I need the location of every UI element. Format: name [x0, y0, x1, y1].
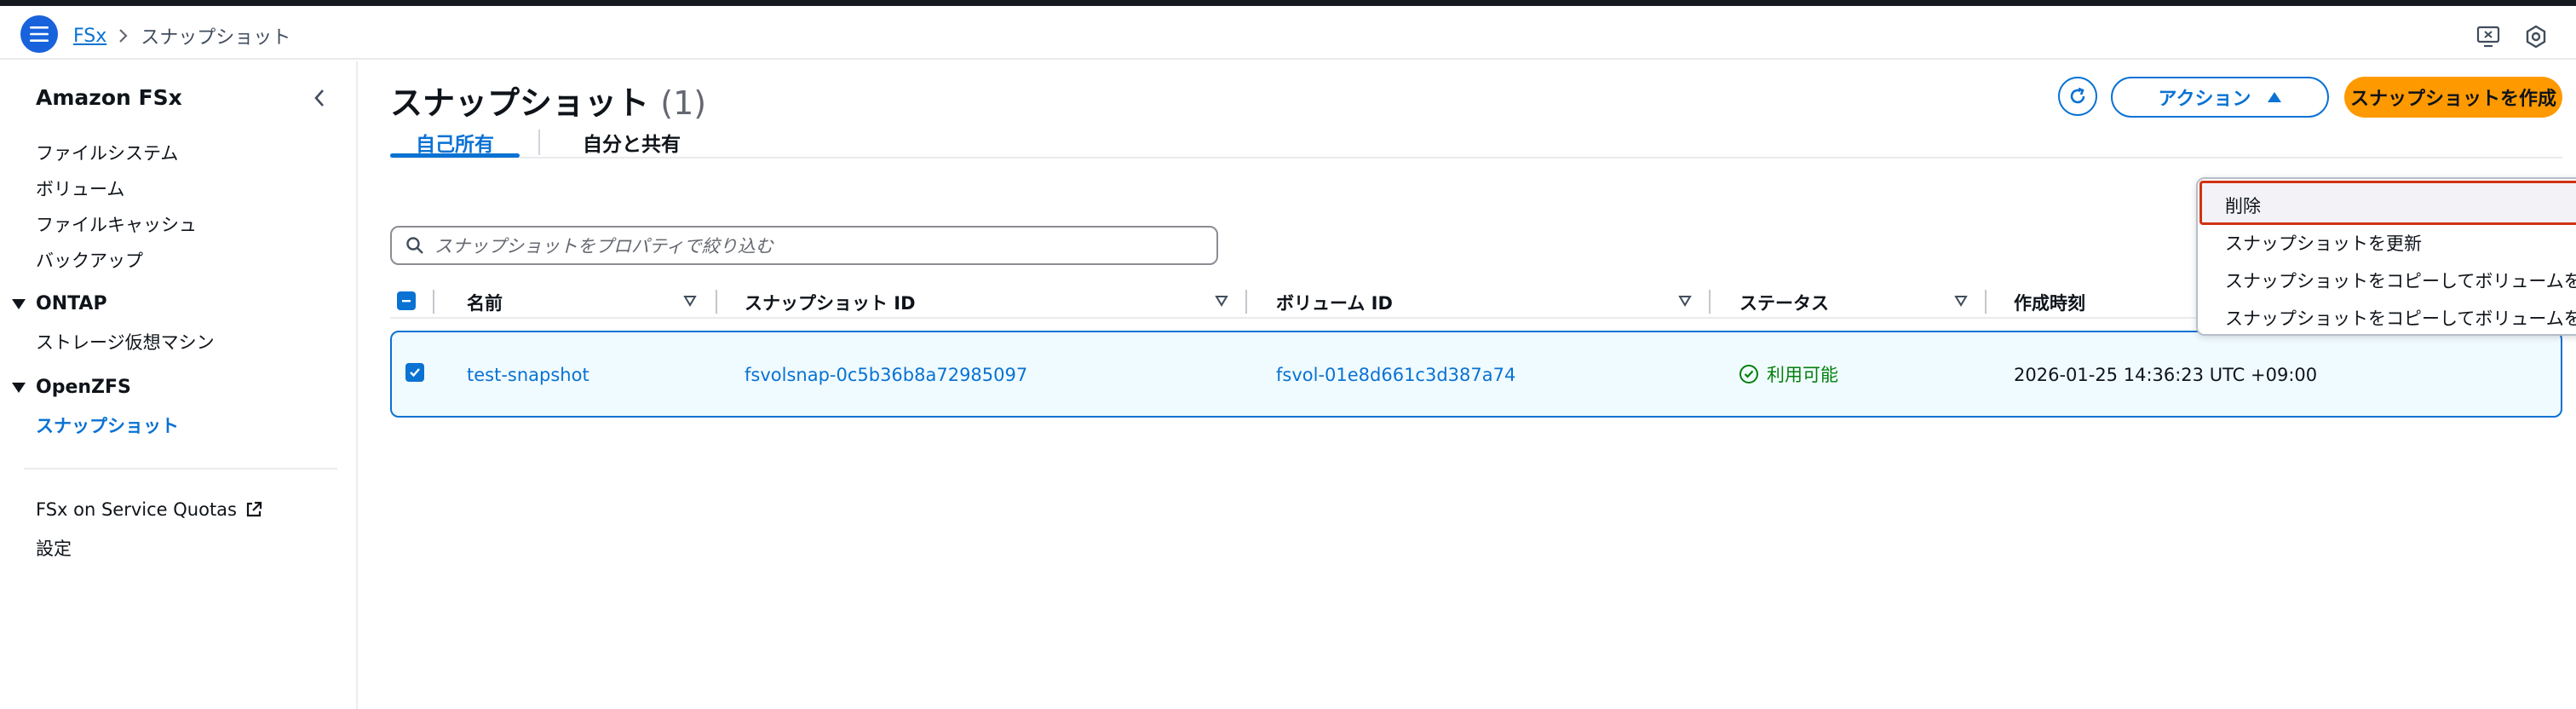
status-badge: 利用可能 — [1739, 361, 1838, 387]
sort-icon[interactable] — [1678, 295, 1692, 307]
sidebar-item-settings[interactable]: 設定 — [36, 535, 72, 561]
page-title-text: スナップショット — [390, 84, 650, 122]
chevron-right-icon — [118, 28, 129, 43]
breadcrumb-current: スナップショット — [141, 27, 291, 49]
column-divider — [1709, 290, 1711, 314]
column-header-created[interactable]: 作成時刻 — [2014, 290, 2085, 315]
refresh-button[interactable] — [2058, 77, 2097, 116]
caret-down-icon — [12, 298, 26, 309]
column-header-status[interactable]: ステータス — [1739, 290, 1829, 315]
page-title: スナップショット (1) — [390, 77, 706, 124]
sidebar-item-service-quotas[interactable]: FSx on Service Quotas — [36, 499, 262, 520]
search-input[interactable]: スナップショットをプロパティで絞り込む — [390, 226, 1218, 265]
create-snapshot-button[interactable]: スナップショットを作成 — [2344, 77, 2562, 118]
sidebar-title[interactable]: Amazon FSx — [36, 85, 182, 110]
sidebar-divider — [24, 468, 337, 470]
column-divider — [1985, 290, 1987, 314]
search-placeholder: スナップショットをプロパティで絞り込む — [434, 236, 773, 257]
status-text: 利用可能 — [1767, 365, 1838, 385]
check-circle-icon — [1739, 365, 1758, 383]
sidebar-item-file-caches[interactable]: ファイルキャッシュ — [36, 211, 197, 237]
table-row[interactable]: test-snapshot fsvolsnap-0c5b36b8a7298509… — [390, 331, 2562, 418]
sidebar-section-openzfs[interactable]: OpenZFS — [12, 377, 131, 398]
sort-icon[interactable] — [683, 295, 697, 307]
sidebar-section-ontap[interactable]: ONTAP — [12, 293, 107, 314]
column-header-volume-id[interactable]: ボリューム ID — [1276, 290, 1393, 315]
snapshot-name-link[interactable]: test-snapshot — [467, 365, 589, 385]
caret-down-icon — [12, 382, 26, 393]
sidebar-item-label: FSx on Service Quotas — [36, 499, 237, 520]
menu-item-copy-create-volume[interactable]: スナップショットをコピーしてボリュームを作成 — [2225, 305, 2576, 331]
hamburger-icon — [30, 26, 49, 42]
column-header-name[interactable]: 名前 — [467, 290, 503, 315]
column-header-snapshot-id[interactable]: スナップショット ID — [745, 290, 916, 315]
created-time: 2026-01-25 14:36:23 UTC +09:00 — [2014, 365, 2318, 385]
main-content: スナップショット (1) アクション スナップショットを作成 自己所有 自分と共… — [358, 61, 2576, 709]
menu-button[interactable] — [20, 15, 58, 53]
sidebar-item-snapshots[interactable]: スナップショット — [36, 412, 179, 438]
collapse-sidebar-icon[interactable] — [308, 87, 331, 109]
column-divider — [433, 290, 434, 314]
top-strip — [0, 0, 2576, 6]
menu-item-update-snapshot[interactable]: スナップショットを更新 — [2225, 230, 2422, 256]
caret-up-icon — [2268, 92, 2282, 102]
feedback-icon[interactable] — [2475, 24, 2501, 49]
active-tab-indicator — [390, 153, 520, 158]
sidebar-item-file-systems[interactable]: ファイルシステム — [36, 140, 178, 165]
tab-divider — [538, 130, 540, 155]
search-icon — [406, 237, 423, 254]
tab-shared-with-me[interactable]: 自分と共有 — [583, 121, 681, 159]
select-all-checkbox[interactable] — [397, 291, 416, 310]
column-divider — [1245, 290, 1247, 314]
sidebar-item-svms[interactable]: ストレージ仮想マシン — [36, 329, 215, 354]
sidebar-item-volumes[interactable]: ボリューム — [36, 176, 124, 201]
side-navigation: Amazon FSx ファイルシステム ボリューム ファイルキャッシュ バックア… — [0, 61, 358, 709]
page-title-count: (1) — [660, 84, 707, 122]
volume-id-link[interactable]: fsvol-01e8d661c3d387a74 — [1276, 365, 1515, 385]
snapshot-id-link[interactable]: fsvolsnap-0c5b36b8a72985097 — [745, 365, 1027, 385]
sidebar-item-backups[interactable]: バックアップ — [36, 247, 143, 273]
external-link-icon — [246, 501, 262, 517]
row-checkbox[interactable] — [405, 363, 424, 382]
sort-icon[interactable] — [1215, 295, 1228, 307]
breadcrumb-link-fsx[interactable]: FSx — [73, 26, 106, 47]
breadcrumb: FSx スナップショット — [73, 20, 290, 51]
actions-dropdown-menu: 削除 スナップショットを更新 スナップショットをコピーしてボリュームを更新 スナ… — [2196, 177, 2576, 336]
menu-item-delete[interactable]: 削除 — [2225, 193, 2261, 218]
settings-gear-icon[interactable] — [2523, 24, 2549, 49]
sidebar-section-label: ONTAP — [36, 293, 107, 314]
tab-list: 自己所有 自分と共有 — [390, 121, 2562, 159]
menu-item-copy-update-volume[interactable]: スナップショットをコピーしてボリュームを更新 — [2225, 268, 2576, 293]
sort-icon[interactable] — [1954, 295, 1968, 307]
actions-button-label: アクション — [2158, 89, 2251, 110]
sidebar-section-label: OpenZFS — [36, 377, 131, 398]
top-header: FSx スナップショット — [0, 6, 2576, 60]
column-divider — [716, 290, 717, 314]
actions-button[interactable]: アクション — [2111, 77, 2329, 118]
refresh-icon — [2070, 87, 2085, 104]
